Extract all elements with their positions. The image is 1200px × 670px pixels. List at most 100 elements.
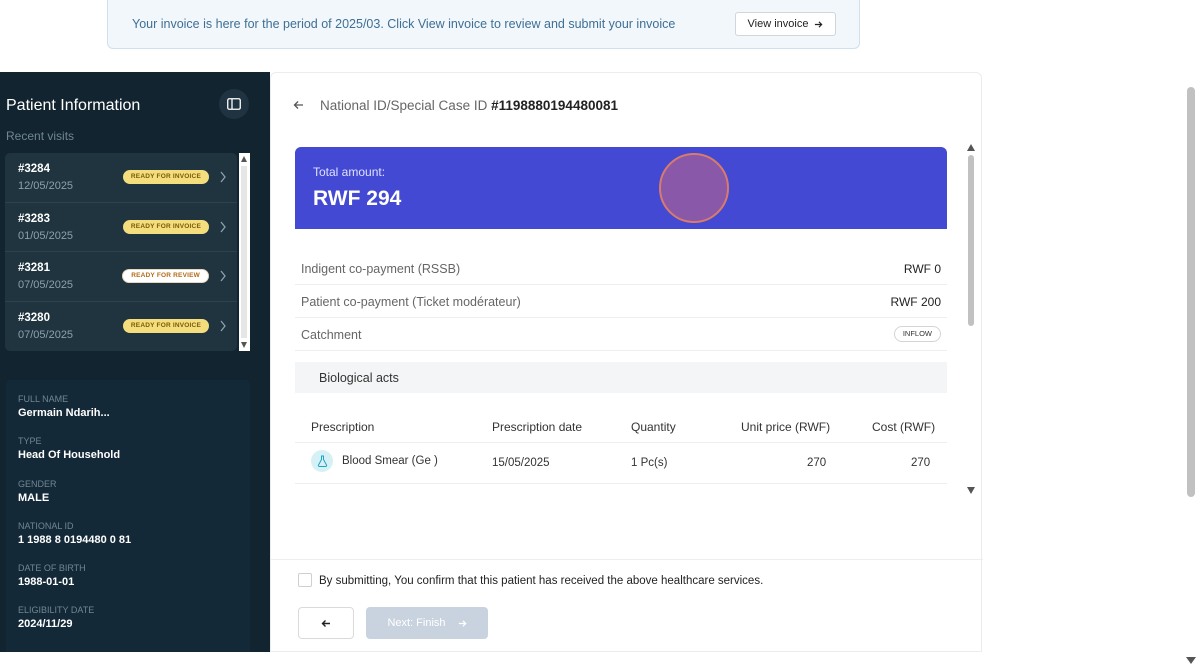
row-label: Patient co-payment (Ticket modérateur): [301, 295, 521, 309]
chevron-right-icon: [220, 221, 226, 232]
visit-id: #3280: [18, 311, 50, 324]
info-label: ELIGIBILITY DATE: [18, 605, 95, 615]
visit-item[interactable]: #3283 01/05/2025 READY FOR INVOICE: [5, 203, 237, 252]
visit-id: #3284: [18, 163, 50, 175]
divider: [295, 483, 947, 484]
info-value: 2024/11/29: [18, 618, 73, 630]
visit-date: 07/05/2025: [18, 328, 74, 341]
status-badge: READY FOR INVOICE: [122, 219, 209, 234]
row-label: Catchment: [301, 328, 362, 342]
row-value: RWF 200: [890, 295, 941, 309]
scroll-down-icon[interactable]: [967, 487, 975, 494]
scroll-thumb[interactable]: [241, 166, 247, 338]
scroll-down-icon[interactable]: [241, 342, 247, 348]
confirm-text: By submitting, You confirm that this pat…: [319, 575, 764, 587]
arrow-right-icon: [815, 20, 823, 28]
back-arrow-icon[interactable]: [293, 98, 304, 113]
status-badge: READY FOR INVOICE: [122, 170, 209, 184]
national-id-field: NATIONAL ID 1 1988 8 0194480 0 81: [18, 521, 131, 546]
visit-date: 07/05/2025: [18, 279, 74, 291]
info-label: DATE OF BIRTH: [18, 563, 86, 573]
visit-date: 12/05/2025: [18, 180, 74, 192]
info-label: TYPE: [18, 436, 42, 446]
catchment-badge: INFLOW: [893, 326, 941, 342]
total-amount-label: Total amount:: [313, 165, 386, 179]
info-label: GENDER: [18, 479, 57, 489]
info-value: 1 1988 8 0194480 0 81: [18, 534, 132, 546]
column-header-date: Prescription date: [492, 420, 583, 434]
recent-visits-label: Recent visits: [6, 129, 75, 143]
gender-field: GENDER MALE: [18, 479, 57, 504]
column-header-quantity: Quantity: [631, 420, 676, 434]
indigent-copayment-row: Indigent co-payment (RSSB) RWF 0: [295, 252, 947, 285]
confirm-checkbox[interactable]: [298, 573, 312, 587]
patient-sidebar: Patient Information Recent visits #3284 …: [0, 72, 270, 652]
next-finish-button[interactable]: Next: Finish: [366, 607, 488, 639]
previous-step-button[interactable]: [298, 607, 354, 639]
scroll-thumb[interactable]: [968, 155, 974, 326]
visit-item[interactable]: #3280 07/05/2025 READY FOR INVOICE: [5, 302, 237, 352]
invoice-banner: Your invoice is here for the period of 2…: [107, 0, 860, 49]
patient-copayment-row: Patient co-payment (Ticket modérateur) R…: [295, 285, 947, 318]
chevron-right-icon: [220, 270, 226, 282]
view-invoice-button[interactable]: View invoice: [735, 12, 836, 36]
invoice-content: Total amount: RWF 294 Indigent co-paymen…: [294, 146, 947, 498]
info-value: 1988-01-01: [18, 576, 75, 588]
prescription-cost: 270: [911, 457, 931, 469]
scroll-thumb[interactable]: [1187, 87, 1195, 497]
visits-scrollbar[interactable]: [239, 153, 250, 351]
date-of-birth-field: DATE OF BIRTH 1988-01-01: [18, 563, 86, 588]
arrow-left-icon: [321, 619, 330, 627]
view-invoice-label: View invoice: [747, 18, 809, 30]
column-header-unit-price: Unit price (RWF): [741, 420, 831, 434]
info-label: NATIONAL ID: [18, 521, 74, 531]
national-id-label: National ID/Special Case ID: [320, 98, 488, 113]
prescription-name: Blood Smear (Ge ): [342, 455, 438, 467]
type-field: TYPE Head Of Household: [18, 436, 120, 461]
click-indicator: [659, 153, 729, 223]
lab-flask-icon: [311, 450, 333, 472]
prescription-date: 15/05/2025: [492, 457, 550, 469]
recent-visits-list: #3284 12/05/2025 READY FOR INVOICE #3283…: [5, 153, 237, 351]
content-scrollbar[interactable]: [965, 144, 977, 494]
visit-id: #3283: [18, 212, 50, 225]
visit-date: 01/05/2025: [18, 229, 74, 242]
page: Your invoice is here for the period of 2…: [0, 0, 1200, 670]
row-value: RWF 0: [903, 262, 941, 276]
catchment-row: Catchment INFLOW: [295, 318, 947, 351]
prescription-quantity: 1 Pc(s): [631, 457, 668, 469]
arrow-right-icon: [458, 619, 467, 627]
next-finish-label: Next: Finish: [387, 617, 446, 629]
full-name-field: FULL NAME Germain Ndarih...: [18, 394, 110, 419]
section-title: Biological acts: [319, 371, 399, 385]
info-value: Head Of Household: [18, 449, 121, 461]
scroll-up-icon[interactable]: [967, 144, 975, 151]
visit-item[interactable]: #3281 07/05/2025 READY FOR REVIEW: [5, 252, 237, 302]
chevron-right-icon: [220, 320, 226, 331]
sidebar-title: Patient Information: [6, 97, 141, 114]
page-title: National ID/Special Case ID #11988801944…: [320, 98, 618, 113]
chevron-right-icon: [220, 171, 226, 183]
scroll-down-icon[interactable]: [1186, 657, 1196, 664]
divider: [295, 442, 947, 443]
status-badge: READY FOR REVIEW: [122, 269, 209, 283]
biological-acts-section: Biological acts: [295, 362, 947, 393]
divider: [271, 559, 983, 560]
window-scrollbar[interactable]: [1184, 72, 1198, 664]
total-amount-card: Total amount: RWF 294: [295, 147, 947, 229]
patient-details: FULL NAME Germain Ndarih... TYPE Head Of…: [6, 380, 250, 652]
column-header-prescription: Prescription: [311, 420, 375, 434]
info-value: Germain Ndarih...: [18, 407, 110, 419]
total-amount-value: RWF 294: [313, 187, 402, 210]
sidebar-toggle-button[interactable]: [219, 89, 249, 119]
info-label: FULL NAME: [18, 394, 69, 404]
visit-item[interactable]: #3284 12/05/2025 READY FOR INVOICE: [5, 153, 237, 203]
eligibility-date-field: ELIGIBILITY DATE 2024/11/29: [18, 605, 94, 630]
national-id-value: #1198880194480081: [491, 98, 618, 113]
status-badge: READY FOR INVOICE: [122, 318, 209, 333]
sidebar-panel-icon: [227, 98, 241, 110]
prescription-unit-price: 270: [807, 457, 827, 469]
banner-message: Your invoice is here for the period of 2…: [132, 17, 676, 31]
row-label: Indigent co-payment (RSSB): [301, 262, 461, 276]
scroll-up-icon[interactable]: [241, 156, 247, 162]
